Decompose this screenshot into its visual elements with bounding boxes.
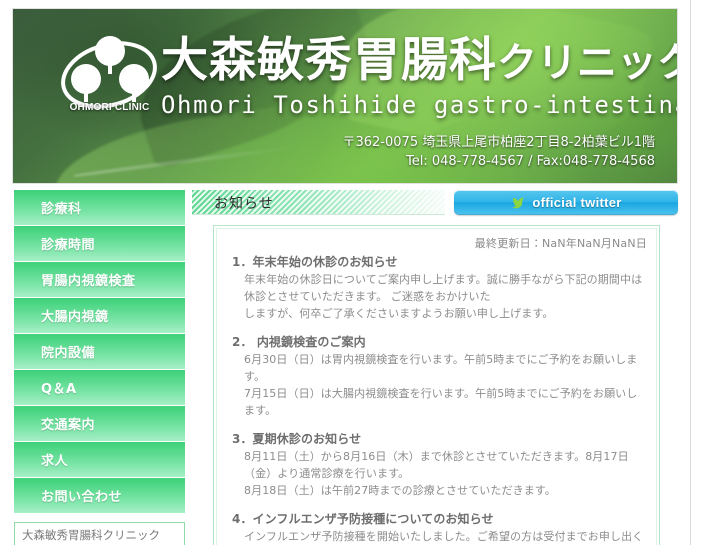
news-item: 3．夏期休診のお知らせ 8月11日（土）から8月16日（木）まで休診とさせていた…	[226, 430, 647, 499]
news-headline: 2． 内視鏡検査のご案内	[232, 335, 366, 350]
news-panel: 最終更新日：NaN年NaN月NaN日 1．年末年始の休診のお知らせ 年末年始の休…	[213, 225, 660, 545]
news-body-line: 6月30日（日）は胃内視鏡検査を行います。午前5時までにご予約をお願いします。	[244, 353, 638, 384]
logo-caption: OHMORI CLINIC	[69, 102, 150, 113]
main-content: お知らせ official twitter 最終更新日：NaN年NaN月NaN日…	[192, 190, 678, 545]
brand-title-en: Ohmori Toshihide gastro-intestinal Clini…	[161, 91, 677, 119]
sidebar-item-ichou-naishikyou[interactable]: 胃腸内視鏡検査	[14, 262, 185, 297]
clinic-address: 〒362-0075 埼玉県上尾市柏座2丁目8-2柏葉ビル1階	[342, 135, 656, 150]
page-title: お知らせ	[214, 195, 274, 212]
sidebar-item-kyuujin[interactable]: 求人	[14, 442, 185, 477]
news-last-updated: 最終更新日：NaN年NaN月NaN日	[474, 237, 647, 250]
twitter-bird-icon	[510, 196, 526, 210]
sidebar-item-koutsuu-annai[interactable]: 交通案内	[14, 406, 185, 441]
sidebar-item-label: 胃腸内視鏡検査	[41, 274, 136, 289]
sidebar-nav: 診療科 診療時間 胃腸内視鏡検査 大腸内視鏡 院内設備 Q＆A 交通案内 求人	[14, 190, 185, 514]
sidebar-item-label: 求人	[41, 454, 69, 469]
sidebar-item-label: 大腸内視鏡	[41, 310, 109, 325]
news-item: 2． 内視鏡検査のご案内 6月30日（日）は胃内視鏡検査を行います。午前5時まで…	[226, 333, 647, 419]
twitter-button-label: official twitter	[532, 195, 622, 210]
news-body-line: 7月15日（日）は大腸内視鏡検査を行います。午前5時までにご予約をお願いします。	[244, 387, 638, 418]
info-box-clinic-name: 大森敏秀胃腸科クリニック	[22, 528, 160, 542]
news-headline: 4．インフルエンザ予防接種についてのお知らせ	[232, 512, 494, 527]
sidebar-item-shinryouka[interactable]: 診療科	[14, 190, 185, 225]
brand-title-ja-main: 大森敏秀胃腸科	[161, 33, 497, 88]
page-container: OHMORI CLINIC 大森敏秀胃腸科クリニック Ohmori Toshih…	[0, 0, 691, 545]
official-twitter-button[interactable]: official twitter	[454, 190, 678, 215]
sidebar-item-label: 診療時間	[41, 238, 96, 253]
sidebar-item-shinryou-jikan[interactable]: 診療時間	[14, 226, 185, 261]
news-body-line: インフルエンザ予防接種を開始いたしました。ご希望の方は受付までお申し出ください。…	[244, 530, 644, 544]
sidebar-item-label: 交通案内	[41, 418, 96, 433]
sidebar-item-label: 院内設備	[41, 346, 96, 361]
news-body-line: 8月11日（土）から8月16日（木）まで休診とさせていただきます。8月17日（金…	[244, 450, 629, 481]
clinic-info-box: 大森敏秀胃腸科クリニック 院長 大森敏秀	[14, 522, 185, 545]
sidebar-item-daichou-naishikyou[interactable]: 大腸内視鏡	[14, 298, 185, 333]
clinic-phone: Tel: 048-778-4567 / Fax:048-778-4568	[405, 153, 655, 169]
brand-title-ja-katakana: クリニック	[497, 40, 678, 86]
news-panel-inner: 最終更新日：NaN年NaN月NaN日 1．年末年始の休診のお知らせ 年末年始の休…	[216, 228, 657, 545]
screenshot-root: OHMORI CLINIC 大森敏秀胃腸科クリニック Ohmori Toshih…	[0, 0, 727, 545]
brand-title-ja: 大森敏秀胃腸科クリニック	[161, 37, 678, 86]
site-banner: OHMORI CLINIC 大森敏秀胃腸科クリニック Ohmori Toshih…	[12, 8, 678, 184]
news-section-header: お知らせ	[192, 190, 445, 215]
news-body-line: しますが、何卒ご了承くださいますようお願い申し上げます。	[244, 307, 554, 321]
news-headline: 1．年末年始の休診のお知らせ	[232, 255, 398, 269]
clinic-contact-info: 〒362-0075 埼玉県上尾市柏座2丁目8-2柏葉ビル1階 Tel: 048-…	[343, 134, 656, 172]
sidebar-item-label: Q＆A	[41, 382, 77, 397]
news-body-line: 年末年始の休診日についてご案内申し上げます。誠に勝手ながら下記の期間中は休診とさ…	[244, 273, 643, 304]
sidebar-item-label: 診療科	[41, 202, 82, 217]
news-item: 4．インフルエンザ予防接種についてのお知らせ インフルエンザ予防接種を開始いたし…	[226, 510, 647, 545]
sidebar-item-qa[interactable]: Q＆A	[14, 370, 185, 405]
sidebar-item-innai-setsubi[interactable]: 院内設備	[14, 334, 185, 369]
news-headline: 3．夏期休診のお知らせ	[232, 432, 362, 447]
news-body-line: 8月18日（土）は午前27時までの診療とさせていただきます。	[244, 484, 556, 498]
sidebar-item-otoiawase[interactable]: お問い合わせ	[14, 478, 185, 513]
news-item: 1．年末年始の休診のお知らせ 年末年始の休診日についてご案内申し上げます。誠に勝…	[226, 253, 647, 322]
sidebar-item-label: お問い合わせ	[41, 490, 123, 505]
